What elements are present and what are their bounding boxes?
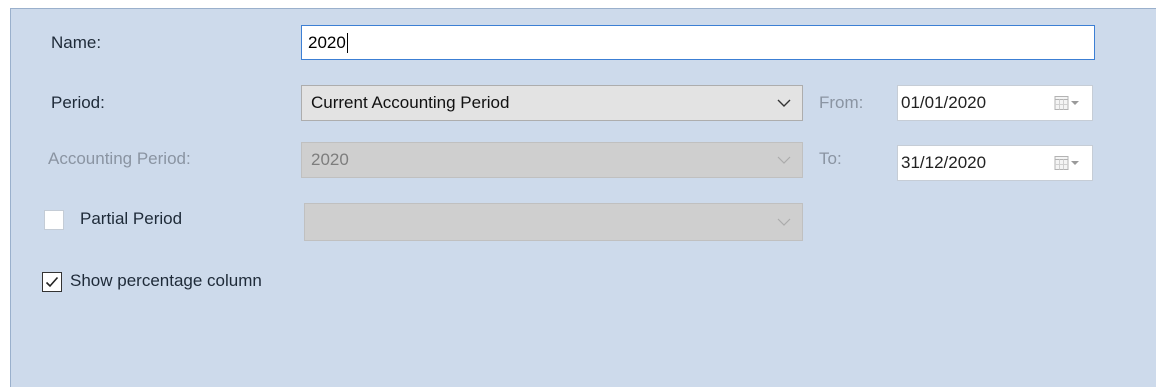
accounting-period-select[interactable]: 2020 xyxy=(301,142,803,178)
period-label: Period: xyxy=(51,93,105,112)
chevron-down-icon[interactable] xyxy=(766,204,802,240)
accounting-period-value: 2020 xyxy=(311,150,349,169)
show-percentage-checkbox[interactable] xyxy=(42,272,62,292)
name-value: 2020 xyxy=(308,32,346,52)
chevron-down-icon[interactable] xyxy=(766,86,802,120)
partial-period-checkbox[interactable] xyxy=(44,210,64,230)
partial-period-select[interactable] xyxy=(304,203,803,241)
from-date-input[interactable]: 01/01/2020 xyxy=(897,85,1093,121)
from-date-value: 01/01/2020 xyxy=(901,93,987,112)
show-percentage-label: Show percentage column xyxy=(70,271,262,290)
to-label: To: xyxy=(819,149,842,168)
period-select-value: Current Accounting Period xyxy=(311,93,510,112)
to-date-input[interactable]: 31/12/2020 xyxy=(897,145,1093,181)
options-panel: Name: 2020 Period: Current Accounting Pe… xyxy=(10,8,1156,387)
checkmark-icon xyxy=(45,276,59,288)
name-input[interactable]: 2020 xyxy=(301,25,1095,60)
chevron-down-icon[interactable] xyxy=(766,143,802,177)
from-label: From: xyxy=(819,93,864,112)
text-caret xyxy=(346,32,348,53)
calendar-icon[interactable] xyxy=(1042,86,1092,120)
to-date-value: 31/12/2020 xyxy=(901,153,987,172)
name-label: Name: xyxy=(51,33,102,52)
partial-period-label: Partial Period xyxy=(80,209,183,228)
calendar-icon[interactable] xyxy=(1042,146,1092,180)
period-select[interactable]: Current Accounting Period xyxy=(301,85,803,121)
accounting-period-label: Accounting Period: xyxy=(48,149,191,168)
